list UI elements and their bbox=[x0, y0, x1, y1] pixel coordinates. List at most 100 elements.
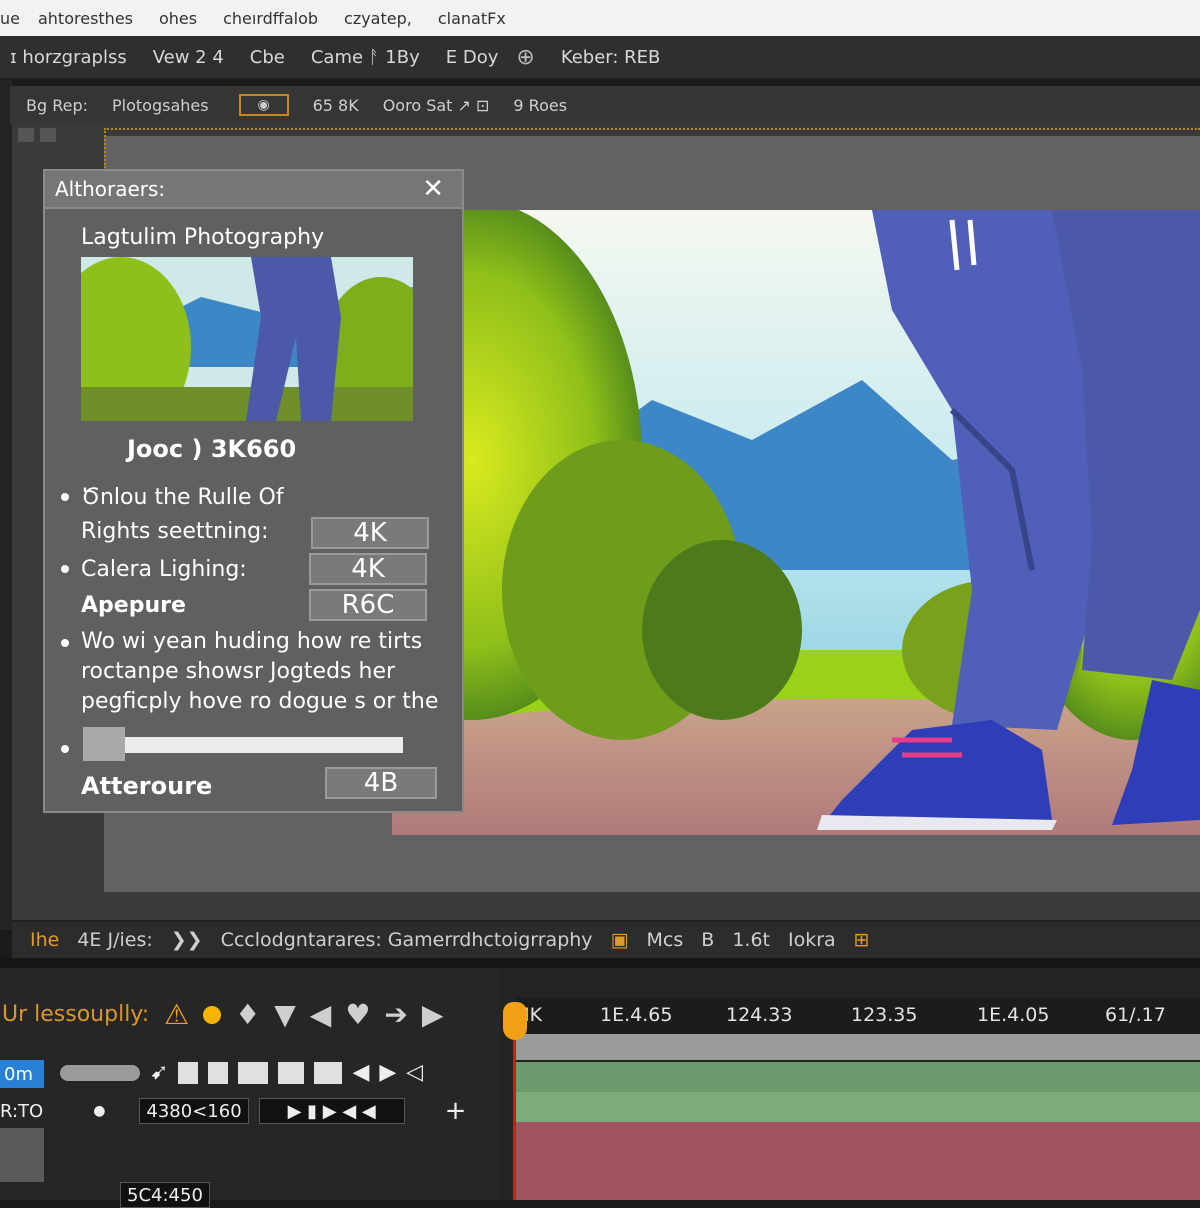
panel-title: Lagtulim Photography bbox=[81, 225, 325, 250]
time-ruler[interactable]: IK 1E.4.65 124.33 123.35 1E.4.05 61/.17 bbox=[516, 998, 1200, 1034]
triangle-left-icon[interactable]: ◀ bbox=[310, 998, 332, 1031]
video-track[interactable] bbox=[516, 1092, 1200, 1122]
description-line: pegficply hove ro dogue s or the bbox=[81, 689, 439, 714]
cursor-icon[interactable]: ➹ bbox=[150, 1060, 168, 1085]
block-icon[interactable] bbox=[278, 1061, 305, 1084]
block-icon[interactable] bbox=[314, 1061, 343, 1084]
close-icon[interactable]: ✕ bbox=[422, 174, 444, 204]
menubar: ue ahtoresthes ohes cheırdffalob czyatep… bbox=[0, 0, 1200, 36]
panel-header-title: Althoraers: bbox=[55, 177, 166, 201]
footer-value-field[interactable]: 4B bbox=[325, 767, 437, 799]
setting-value-field[interactable]: 4K bbox=[309, 553, 427, 585]
bullet-dot bbox=[61, 565, 69, 573]
ruler-tick: 61/.17 bbox=[1105, 1004, 1166, 1026]
bullet-dot bbox=[61, 639, 69, 647]
ruler-tick: 1E.4.65 bbox=[600, 1004, 673, 1026]
triangle-down-icon[interactable]: ▼ bbox=[274, 998, 296, 1031]
heart-icon[interactable]: ♥ bbox=[345, 998, 370, 1031]
track-row: R:TO ● 4380<160 ▶ ▮ ▶ ◀ ◀ + bbox=[0, 1096, 466, 1126]
option-label: Bg Rep: bbox=[26, 95, 89, 115]
setting-value-field[interactable]: 4K bbox=[311, 517, 429, 549]
ruler-tick: 124.33 bbox=[726, 1004, 793, 1026]
ratio-label: 1.6t bbox=[732, 929, 770, 951]
diamond-icon[interactable]: ♦ bbox=[235, 998, 260, 1031]
divider bbox=[0, 958, 1200, 968]
toolbar-item[interactable]: Vew 2 4 bbox=[153, 47, 224, 68]
timeline-tab[interactable]: 0m bbox=[0, 1060, 44, 1088]
track-header bbox=[0, 1128, 44, 1182]
menu-item[interactable]: ue bbox=[0, 9, 20, 28]
transport-buttons[interactable]: ▶ ▮ ▶ ◀ ◀ bbox=[258, 1098, 405, 1124]
work-area-bar[interactable] bbox=[516, 1034, 1200, 1060]
mode-label[interactable]: Mcs bbox=[647, 929, 684, 951]
color-mode[interactable]: Keber: REB bbox=[561, 47, 661, 68]
breadcrumb-path[interactable]: Ccclodgntarares: Gamerrdhctoigrraphy bbox=[221, 929, 593, 951]
toolbar: ɪ horzgraplss Vew 2 4 Cbe Came ᚨ 1By E D… bbox=[0, 36, 1200, 80]
timeline-icons: ⚠ ♦ ▼ ◀ ♥ ➔ ▶ bbox=[164, 998, 443, 1031]
tag-icon[interactable]: ▣ bbox=[611, 929, 629, 951]
toolbar-item[interactable]: Cbe bbox=[250, 47, 285, 68]
b-label[interactable]: B bbox=[701, 929, 714, 951]
block-icon[interactable] bbox=[178, 1061, 199, 1084]
menu-item[interactable]: czyatep, bbox=[344, 9, 412, 28]
menu-item[interactable]: ohes bbox=[159, 9, 197, 28]
pill-icon[interactable] bbox=[60, 1064, 140, 1081]
add-icon[interactable]: + bbox=[445, 1096, 467, 1126]
tab-handle[interactable] bbox=[40, 128, 56, 142]
prev-icon[interactable]: ◀ bbox=[352, 1060, 369, 1085]
timecode-field[interactable]: 4380<160 bbox=[139, 1098, 249, 1124]
settings-panel: Althoraers: ✕ Lagtulim Photography Jooc … bbox=[43, 169, 464, 813]
timecode-field[interactable]: 5C4:450 bbox=[120, 1182, 210, 1208]
slider-track[interactable] bbox=[83, 737, 403, 753]
menu-item[interactable]: cheırdffalob bbox=[223, 9, 318, 28]
setting-label: Rights seettning: bbox=[81, 519, 269, 544]
play-icon[interactable]: ▶ bbox=[422, 998, 444, 1031]
option-value[interactable]: Plotogsahes bbox=[112, 96, 209, 115]
playhead-handle[interactable] bbox=[503, 1002, 527, 1040]
block-icon[interactable] bbox=[238, 1061, 269, 1084]
info-readout: Ooro Sat ↗ ⊡ bbox=[382, 95, 490, 115]
resolution-label: Jooc ) 3K660 bbox=[127, 435, 297, 463]
small-tabs bbox=[18, 128, 98, 146]
options-bar: Bg Rep: Plotogsahes ◉ 65 8K Ooro Sat ↗ ⊡… bbox=[10, 86, 1200, 124]
arrow-right-icon[interactable]: ➔ bbox=[384, 998, 407, 1031]
setting-label: Calera Lighing: bbox=[81, 557, 247, 582]
marker-dot-icon[interactable] bbox=[203, 1005, 222, 1024]
panel-header: Althoraers: ✕ bbox=[45, 171, 462, 209]
globe-icon[interactable]: ⊕ bbox=[516, 45, 534, 70]
grid-icon[interactable]: ⊞ bbox=[854, 929, 870, 951]
setting-value-field[interactable]: R6C bbox=[309, 589, 427, 621]
setting-slider[interactable] bbox=[83, 727, 403, 761]
photo-image bbox=[392, 210, 1200, 835]
description-line: roctanpe showsr Jogteds her bbox=[81, 659, 396, 684]
audio-track[interactable] bbox=[516, 1122, 1200, 1200]
footer-label: Atteroure bbox=[81, 772, 213, 800]
video-track[interactable] bbox=[516, 1062, 1200, 1092]
description-line: Wo wi yean huding how re tirts bbox=[81, 629, 423, 654]
rows-readout: 9 Roes bbox=[513, 95, 568, 115]
files-label[interactable]: 4E J/ies: bbox=[77, 929, 152, 951]
menu-item[interactable]: ahtoresthes bbox=[38, 9, 133, 28]
toolbar-item[interactable]: E Doy bbox=[446, 47, 499, 68]
selection-border bbox=[104, 128, 106, 168]
menu-item[interactable]: clanatFx bbox=[438, 9, 506, 28]
back-icon[interactable]: ◁ bbox=[406, 1060, 423, 1085]
tab-handle[interactable] bbox=[18, 128, 34, 142]
lock-label[interactable]: Iokra bbox=[788, 929, 836, 951]
track-row: 5C4:450 bbox=[120, 1182, 210, 1208]
bullet-text: Ծnlou the Rulle Of bbox=[81, 485, 284, 510]
block-icon[interactable] bbox=[208, 1061, 229, 1084]
record-icon[interactable]: ● bbox=[93, 1103, 105, 1119]
main-photo bbox=[392, 210, 1200, 835]
path-bar: Ihe 4E J/ies: ❯❯ Ccclodgntarares: Gamerr… bbox=[12, 920, 1200, 958]
ruler-tick: 1E.4.05 bbox=[977, 1004, 1050, 1026]
setting-label: Apepure bbox=[81, 593, 186, 618]
slider-handle[interactable] bbox=[83, 727, 125, 761]
toolbar-item[interactable]: ɪ horzgraplss bbox=[10, 47, 127, 68]
timeline-title: Ur lessouplly: bbox=[2, 1002, 150, 1027]
warning-icon[interactable]: ⚠ bbox=[164, 998, 189, 1031]
size-readout: 65 8K bbox=[312, 95, 359, 115]
eye-icon[interactable]: ◉ bbox=[238, 94, 289, 116]
next-icon[interactable]: ▶ bbox=[379, 1060, 396, 1085]
toolbar-item[interactable]: Came ᚨ 1By bbox=[311, 47, 420, 68]
